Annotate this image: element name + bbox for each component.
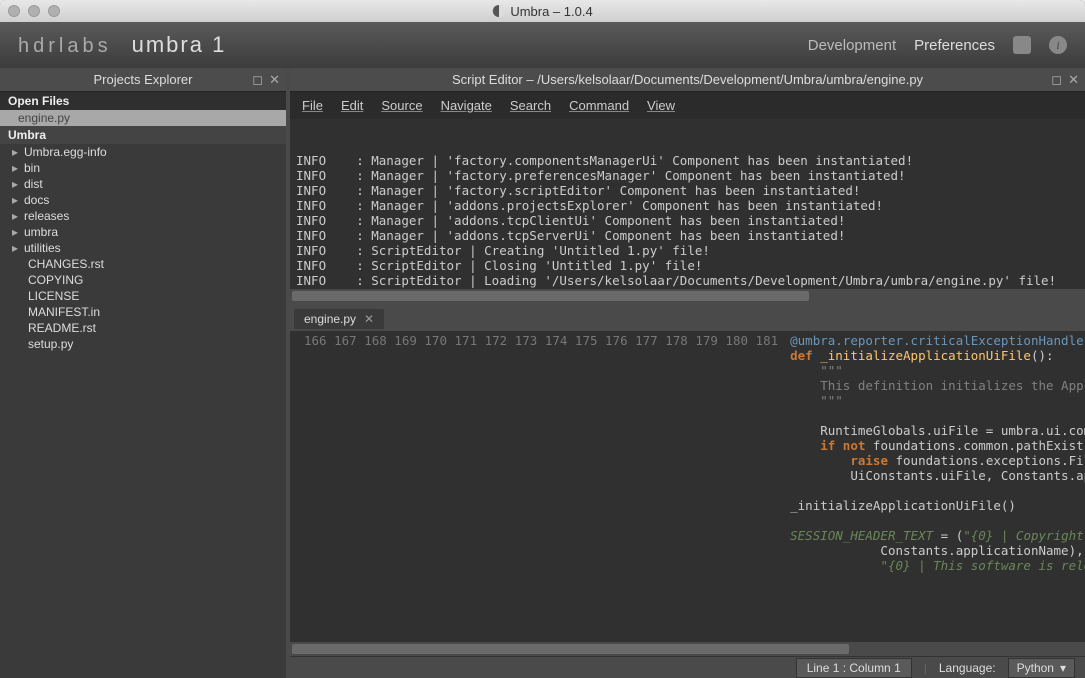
menu-search[interactable]: Search <box>510 98 551 113</box>
close-panel-icon[interactable]: ✕ <box>269 72 280 88</box>
detach-editor-icon[interactable]: ◻ <box>1051 72 1062 88</box>
console-output[interactable]: INFO : Manager | 'factory.componentsMana… <box>290 119 1085 307</box>
close-editor-icon[interactable]: ✕ <box>1068 72 1079 88</box>
layout-icon[interactable] <box>1013 36 1031 54</box>
info-icon[interactable]: i <box>1049 36 1067 54</box>
menu-file[interactable]: File <box>302 98 323 113</box>
tree-file[interactable]: setup.py <box>0 336 286 352</box>
explorer-title: Projects Explorer <box>94 72 193 87</box>
menu-bar: File Edit Source Navigate Search Command View <box>290 92 1085 119</box>
tree-file[interactable]: MANIFEST.in <box>0 304 286 320</box>
line-gutter: 166 167 168 169 170 171 172 173 174 175 … <box>290 331 786 656</box>
explorer-header: Projects Explorer ◻ ✕ <box>0 68 286 92</box>
detach-panel-icon[interactable]: ◻ <box>252 72 263 88</box>
app-icon <box>492 5 504 17</box>
chevron-down-icon: ▾ <box>1060 661 1066 675</box>
tree-file[interactable]: LICENSE <box>0 288 286 304</box>
close-window-icon[interactable] <box>8 5 20 17</box>
code-editor[interactable]: 166 167 168 169 170 171 172 173 174 175 … <box>290 331 1085 656</box>
language-select[interactable]: Python▾ <box>1008 658 1075 678</box>
tree-folder[interactable]: ▸ bin <box>0 160 286 176</box>
toolbar: hdrlabs umbra 1 Development Preferences … <box>0 22 1085 68</box>
open-files-label: Open Files <box>0 92 286 110</box>
menu-edit[interactable]: Edit <box>341 98 363 113</box>
menu-navigate[interactable]: Navigate <box>441 98 492 113</box>
brand-app: umbra 1 <box>132 32 227 58</box>
editor-header: Script Editor – /Users/kelsolaar/Documen… <box>290 68 1085 92</box>
brand-hdrlabs: hdrlabs <box>18 35 112 58</box>
open-file-item[interactable]: engine.py <box>0 110 286 126</box>
menu-source[interactable]: Source <box>381 98 422 113</box>
tree-file[interactable]: CHANGES.rst <box>0 256 286 272</box>
titlebar: Umbra – 1.0.4 <box>0 0 1085 22</box>
brand: hdrlabs umbra 1 <box>18 32 226 58</box>
tab-label: engine.py <box>304 312 356 326</box>
console-hscroll[interactable] <box>290 289 1085 303</box>
tree-folder[interactable]: ▸ Umbra.egg-info <box>0 144 286 160</box>
editor-tabbar: engine.py ✕ <box>290 307 1085 331</box>
tree-file[interactable]: README.rst <box>0 320 286 336</box>
cursor-position: Line 1 : Column 1 <box>796 658 912 678</box>
tree-folder[interactable]: ▸ dist <box>0 176 286 192</box>
project-root[interactable]: Umbra <box>0 126 286 144</box>
close-tab-icon[interactable]: ✕ <box>364 312 374 326</box>
minimize-window-icon[interactable] <box>28 5 40 17</box>
editor-title: Script Editor – /Users/kelsolaar/Documen… <box>452 72 923 87</box>
window-title: Umbra – 1.0.4 <box>492 4 592 19</box>
tree-folder[interactable]: ▸ umbra <box>0 224 286 240</box>
tree-folder[interactable]: ▸ docs <box>0 192 286 208</box>
menu-view[interactable]: View <box>647 98 675 113</box>
status-bar: Line 1 : Column 1 | Language: Python▾ <box>290 656 1085 678</box>
preferences-link[interactable]: Preferences <box>914 37 995 54</box>
traffic-lights <box>8 5 60 17</box>
sidebar: Projects Explorer ◻ ✕ Open Files engine.… <box>0 68 290 678</box>
language-label: Language: <box>939 661 996 675</box>
tree-folder[interactable]: ▸ releases <box>0 208 286 224</box>
tree-file[interactable]: COPYING <box>0 272 286 288</box>
tree-folder[interactable]: ▸ utilities <box>0 240 286 256</box>
development-link[interactable]: Development <box>808 37 896 54</box>
zoom-window-icon[interactable] <box>48 5 60 17</box>
editor-tab[interactable]: engine.py ✕ <box>294 309 384 329</box>
menu-command[interactable]: Command <box>569 98 629 113</box>
editor-hscroll[interactable] <box>290 642 1085 656</box>
